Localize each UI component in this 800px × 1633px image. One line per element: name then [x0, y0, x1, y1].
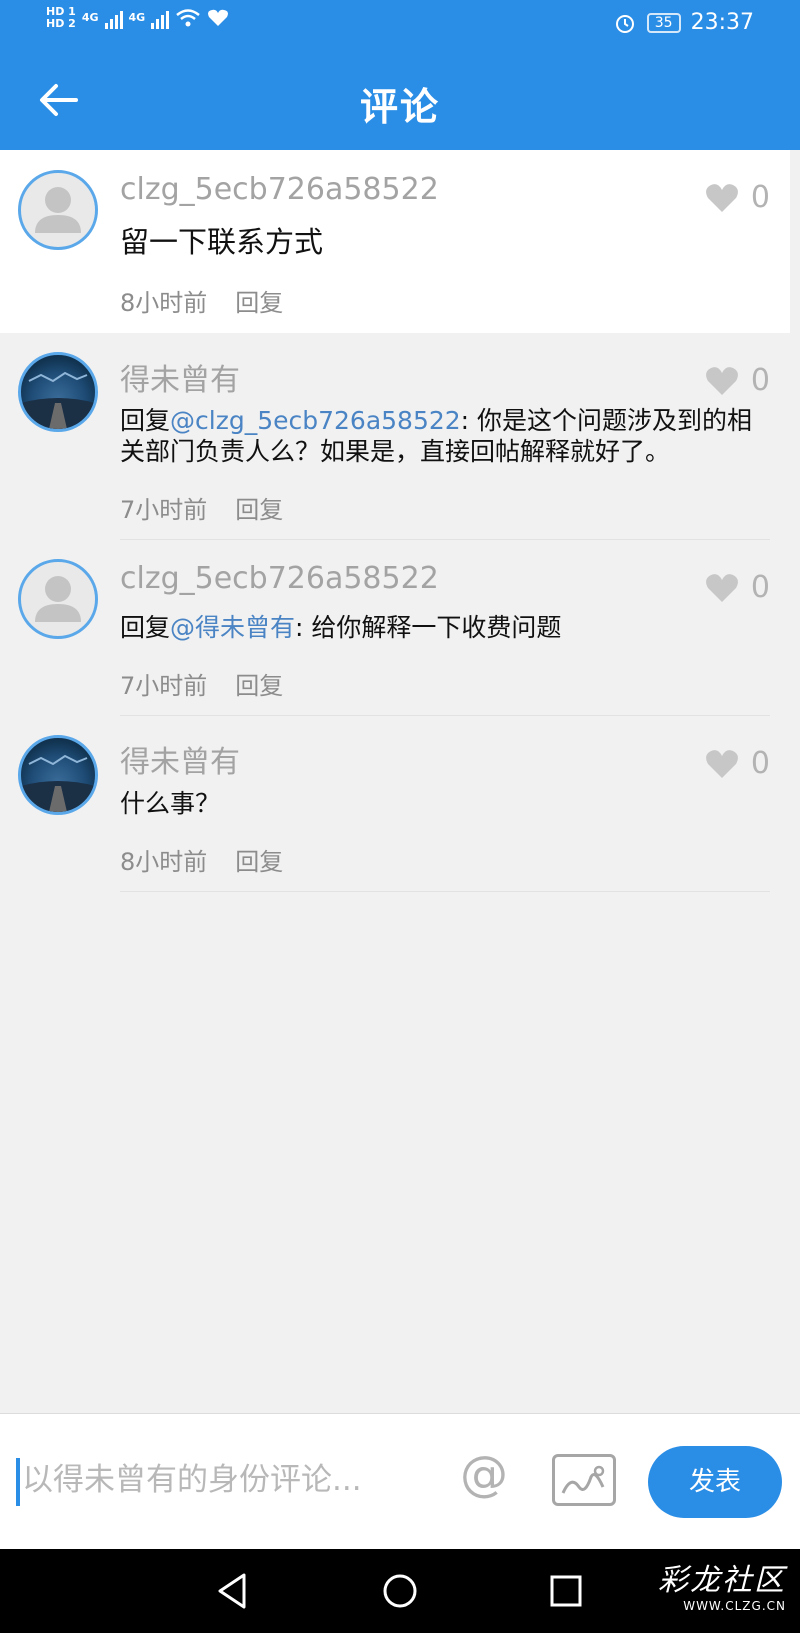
mention-link[interactable]: @clzg_5ecb726a58522 — [170, 406, 461, 435]
reply-button[interactable]: 回复 — [235, 666, 283, 701]
like-button[interactable]: 0 — [705, 746, 770, 781]
comment-input-bar: 以得未曾有的身份评论... @ 发表 — [0, 1413, 800, 1550]
watermark-main: 彩龙社区 — [658, 1563, 786, 1598]
heart-icon — [705, 366, 738, 395]
default-avatar-icon — [35, 187, 81, 233]
comment-item: 得未曾有 0 回复@clzg_5ecb726a58522: 你是这个问题涉及到的… — [0, 333, 790, 540]
reply-button[interactable]: 回复 — [235, 283, 283, 318]
alarm-icon — [615, 14, 634, 33]
mention-button[interactable]: @ — [460, 1446, 508, 1502]
send-button[interactable]: 发表 — [648, 1446, 782, 1518]
like-button[interactable]: 0 — [705, 570, 770, 605]
page-title: 评论 — [359, 85, 440, 129]
nav-home-icon[interactable] — [378, 1569, 422, 1613]
network-type-2: 4G — [128, 11, 146, 24]
comment-text: 留一下联系方式 — [120, 225, 324, 259]
heart-icon — [705, 573, 738, 602]
comment-text: 什么事？ — [120, 789, 221, 818]
image-button[interactable] — [552, 1454, 616, 1506]
status-bar: HD 1 HD 2 4G 4G 35 23:37 — [0, 0, 800, 50]
status-time: 23:37 — [690, 10, 754, 35]
reply-prefix: 回复 — [120, 406, 171, 435]
comment-time: 7小时前 — [120, 672, 208, 700]
comment-input[interactable]: 以得未曾有的身份评论... — [22, 1454, 362, 1499]
watermark-sub: WWW.CLZG.CN — [683, 1599, 786, 1613]
nav-recents-icon[interactable] — [544, 1569, 588, 1613]
network-type-1: 4G — [81, 11, 99, 24]
avatar[interactable] — [18, 559, 98, 639]
like-count: 0 — [750, 363, 770, 398]
image-icon — [561, 1465, 605, 1494]
watermark: 彩龙社区 WWW.CLZG.CN — [658, 1555, 786, 1613]
status-left: HD 1 HD 2 4G 4G — [46, 6, 229, 30]
comment-time: 8小时前 — [120, 848, 208, 876]
avatar[interactable] — [18, 170, 98, 250]
wifi-icon — [176, 9, 200, 27]
signal-icon — [104, 7, 123, 29]
signal-icon-2 — [151, 7, 170, 29]
avatar[interactable] — [18, 735, 98, 815]
reply-button[interactable]: 回复 — [235, 842, 283, 877]
comment-text: 回复@得未曾有: 给你解释一下收费问题 — [120, 612, 760, 643]
comment-meta: 7小时前 回复 — [120, 490, 283, 525]
app-header: 评论 — [0, 50, 800, 150]
hd-indicators: HD 1 HD 2 — [46, 6, 76, 30]
comment-username[interactable]: 得未曾有 — [120, 737, 240, 781]
comment-username[interactable]: clzg_5ecb726a58522 — [120, 561, 439, 596]
divider — [120, 891, 770, 892]
text-caret — [16, 1458, 20, 1506]
like-button[interactable]: 0 — [705, 363, 770, 398]
reply-button[interactable]: 回复 — [235, 490, 283, 525]
mention-link[interactable]: @得未曾有 — [170, 613, 295, 642]
battery-indicator: 35 — [646, 12, 681, 33]
avatar[interactable] — [18, 352, 98, 432]
comment-item: clzg_5ecb726a58522 0 回复@得未曾有: 给你解释一下收费问题… — [0, 540, 790, 716]
photo-avatar-image — [21, 371, 95, 429]
system-nav-bar: 彩龙社区 WWW.CLZG.CN — [0, 1549, 800, 1633]
comment-text: 回复@clzg_5ecb726a58522: 你是这个问题涉及到的相关部门负责人… — [120, 405, 760, 467]
comment-meta: 8小时前 回复 — [120, 842, 283, 877]
like-count: 0 — [750, 570, 770, 605]
like-button[interactable]: 0 — [705, 180, 770, 215]
heart-icon — [705, 183, 738, 212]
like-count: 0 — [750, 746, 770, 781]
photo-avatar-image — [21, 754, 95, 812]
comment-time: 8小时前 — [120, 289, 208, 317]
comment-body-text: : 给你解释一下收费问题 — [295, 613, 562, 642]
nav-back-icon[interactable] — [210, 1569, 254, 1613]
heart-icon — [705, 749, 738, 778]
comment-item: 得未曾有 0 什么事？ 8小时前 回复 — [0, 716, 790, 892]
comment-meta: 7小时前 回复 — [120, 666, 283, 701]
comment-meta: 8小时前 回复 — [120, 283, 283, 318]
comment-item: clzg_5ecb726a58522 0 留一下联系方式 8小时前 回复 — [0, 150, 790, 333]
comment-time: 7小时前 — [120, 496, 208, 524]
comment-username[interactable]: clzg_5ecb726a58522 — [120, 172, 439, 207]
hd2-label: HD 2 — [46, 17, 76, 30]
like-count: 0 — [750, 180, 770, 215]
health-heart-icon — [208, 9, 229, 27]
default-avatar-icon — [35, 576, 81, 622]
reply-prefix: 回复 — [120, 613, 171, 642]
status-right: 35 23:37 — [613, 10, 754, 35]
comment-username[interactable]: 得未曾有 — [120, 355, 240, 399]
